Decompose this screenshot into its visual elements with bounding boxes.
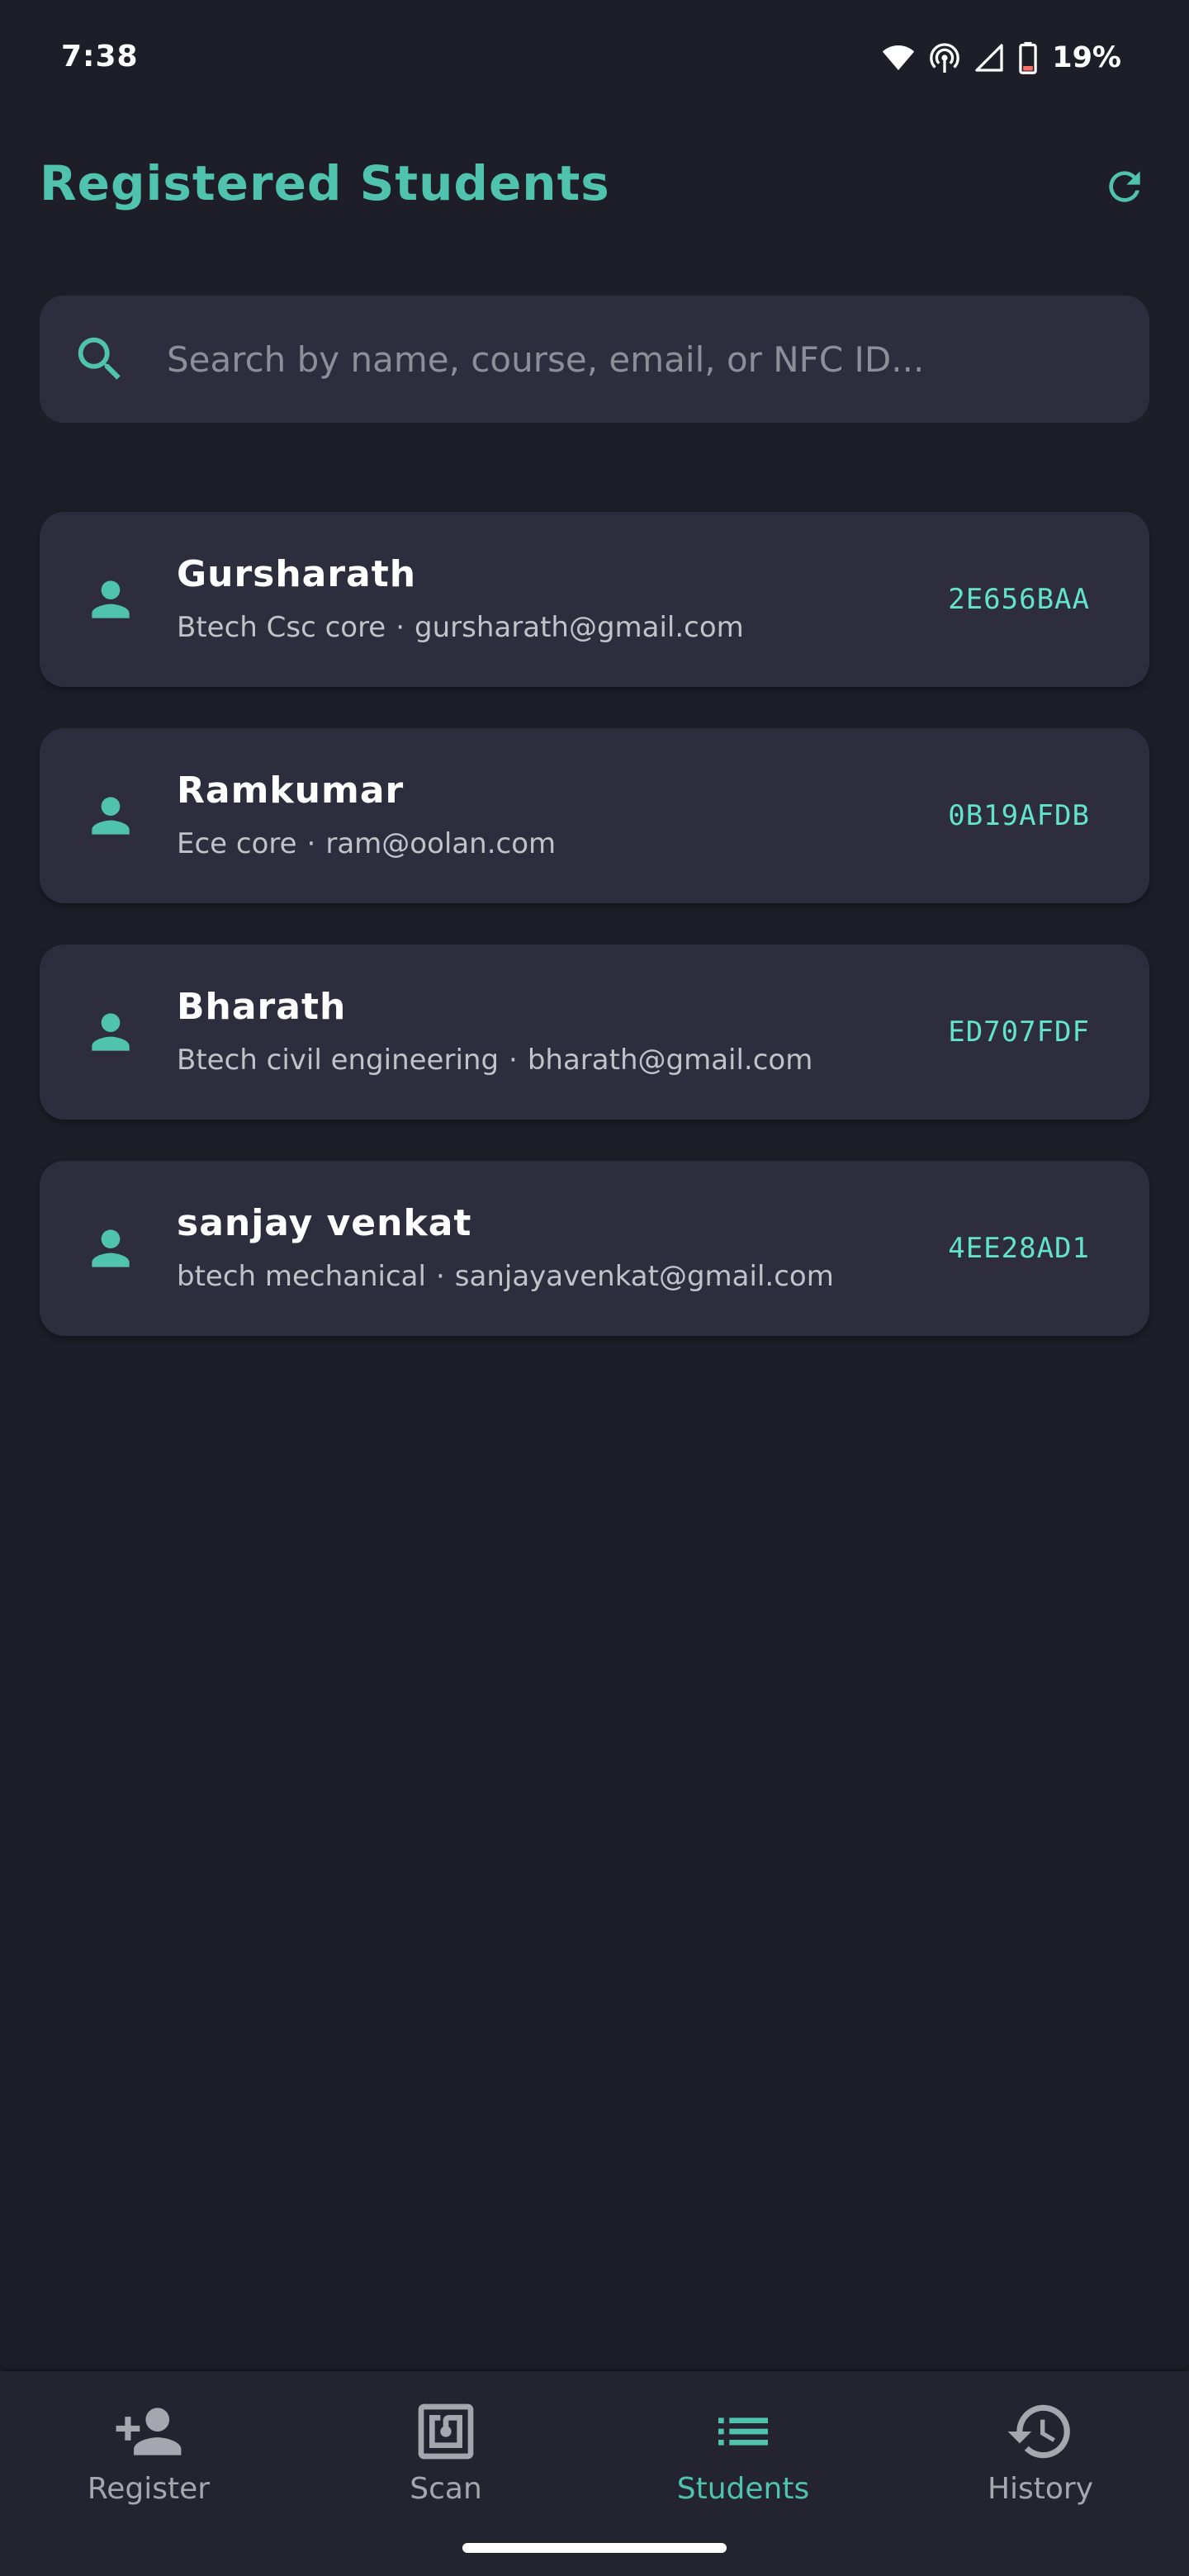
status-bar: 7:38 19% (0, 0, 1189, 116)
students-screen: 7:38 19% Registered Students Search by n… (0, 0, 1189, 2576)
status-icons: 19% (882, 38, 1121, 78)
student-name: sanjay venkat (177, 1202, 472, 1244)
student-details: Btech Csc core · gursharath@gmail.com (177, 611, 744, 644)
person-icon (92, 580, 130, 618)
nav-label: Students (676, 2472, 810, 2506)
wifi-icon (883, 45, 915, 70)
person-icon (92, 1013, 130, 1051)
student-card[interactable]: Gursharath Btech Csc core · gursharath@gma… (40, 512, 1149, 687)
separator: · (306, 827, 316, 860)
search-icon (78, 337, 121, 380)
refresh-button[interactable] (1098, 160, 1151, 213)
student-course: Btech Csc core (177, 611, 386, 644)
nav-scan[interactable]: Scan (297, 2394, 594, 2526)
student-course: Btech civil engineering (177, 1044, 500, 1077)
student-nfc-id: 4EE28AD1 (948, 1232, 1090, 1265)
student-email: bharath@gmail.com (527, 1044, 813, 1077)
signal-icon (975, 44, 1003, 72)
battery-percentage: 19% (1052, 41, 1121, 74)
student-course: Ece core (177, 827, 297, 860)
student-name: Ramkumar (177, 769, 405, 812)
add-person-icon (116, 2408, 182, 2455)
student-email: gursharath@gmail.com (414, 611, 744, 644)
person-icon (92, 1229, 130, 1267)
home-indicator[interactable] (462, 2543, 727, 2553)
student-name: Gursharath (177, 553, 417, 595)
student-nfc-id: 0B19AFDB (948, 799, 1090, 832)
student-nfc-id: ED707FDF (948, 1016, 1090, 1049)
nav-label: Register (87, 2472, 211, 2506)
page-title: Registered Students (40, 155, 610, 211)
history-icon (1007, 2404, 1070, 2459)
student-email: sanjayavenkat@gmail.com (454, 1260, 834, 1293)
nav-label: Scan (410, 2472, 482, 2506)
nav-register[interactable]: Register (0, 2394, 297, 2526)
student-name: Bharath (177, 986, 347, 1028)
nav-label: History (987, 2472, 1094, 2506)
student-card[interactable]: Ramkumar Ece core · ram@oolan.com 0B19AFDB (40, 728, 1149, 903)
student-email: ram@oolan.com (325, 827, 557, 860)
search-bar[interactable] (40, 296, 1149, 423)
separator: · (435, 1260, 445, 1293)
nav-students[interactable]: Students (594, 2394, 892, 2526)
separator: · (396, 611, 405, 644)
battery-low-icon (1019, 41, 1037, 74)
search-input[interactable] (167, 296, 1116, 423)
student-details: Ece core · ram@oolan.com (177, 827, 556, 860)
separator: · (509, 1044, 518, 1077)
student-list: Gursharath Btech Csc core · gursharath@gma… (40, 512, 1149, 1377)
student-details: Btech civil engineering · bharath@gmail.co… (177, 1044, 812, 1077)
student-details: btech mechanical · sanjayavenkat@gmail.com (177, 1260, 834, 1293)
nfc-icon (418, 2403, 474, 2460)
list-icon (718, 2417, 768, 2446)
hotspot-icon (930, 43, 960, 73)
status-time: 7:38 (61, 40, 139, 73)
student-course: btech mechanical (177, 1260, 426, 1293)
student-card[interactable]: sanjay venkat btech mechanical · sanjayave… (40, 1161, 1149, 1336)
person-icon (92, 797, 130, 835)
student-nfc-id: 2E656BAA (948, 583, 1090, 616)
nav-history[interactable]: History (892, 2394, 1189, 2526)
student-card[interactable]: Bharath Btech civil engineering · bharath@… (40, 945, 1149, 1120)
refresh-icon (1109, 171, 1140, 202)
